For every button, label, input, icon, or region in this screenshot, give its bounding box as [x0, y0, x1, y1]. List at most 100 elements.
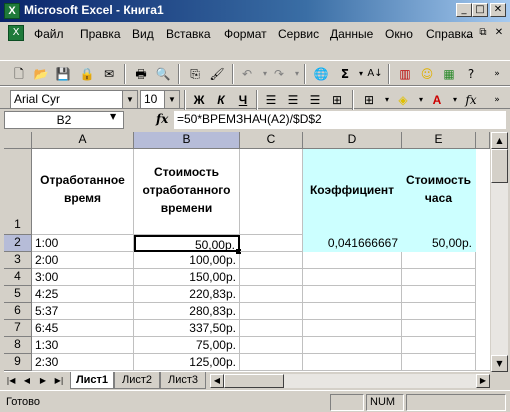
- cell-a9[interactable]: 2:30: [32, 354, 134, 371]
- drawing-icon[interactable]: ▦: [440, 65, 458, 83]
- cell-c2[interactable]: [240, 235, 303, 252]
- row-header-8[interactable]: 8: [4, 337, 32, 354]
- cell-b1[interactable]: Стоимость отработанного времени: [134, 149, 240, 235]
- cell-d2[interactable]: 0,041666667: [303, 235, 402, 252]
- column-header-b[interactable]: B: [134, 132, 240, 149]
- minimize-button[interactable]: _: [456, 3, 472, 17]
- align-center-icon[interactable]: ☰: [284, 91, 302, 109]
- row-header-7[interactable]: 7: [4, 320, 32, 337]
- font-name-combo[interactable]: Arial Cyr ▼: [10, 90, 138, 109]
- cell-b8[interactable]: 75,00р.: [134, 337, 240, 354]
- menu-edit[interactable]: Правка: [80, 27, 121, 41]
- scroll-down-icon[interactable]: ▼: [491, 355, 508, 372]
- office-assistant-icon[interactable]: ☺: [418, 65, 436, 83]
- menu-tools[interactable]: Сервис: [278, 27, 319, 41]
- row-header-2[interactable]: 2: [4, 235, 32, 252]
- cell-b2-active[interactable]: 50,00р.: [134, 235, 240, 252]
- copy-icon[interactable]: ⎘: [186, 65, 204, 83]
- row-header-5[interactable]: 5: [4, 286, 32, 303]
- cell-c1[interactable]: [240, 149, 303, 235]
- permission-icon[interactable]: 🔒: [78, 65, 96, 83]
- column-header-c[interactable]: C: [240, 132, 303, 149]
- row-header-1[interactable]: 1: [4, 149, 32, 235]
- column-header-a[interactable]: A: [32, 132, 134, 149]
- menu-file[interactable]: Файл: [34, 27, 64, 41]
- name-box[interactable]: B2: [4, 111, 124, 129]
- doc-restore-button[interactable]: ⧉: [476, 26, 490, 39]
- redo-icon[interactable]: ↷: [270, 65, 288, 83]
- formatting-options-icon[interactable]: »: [488, 91, 506, 109]
- column-header-e[interactable]: E: [402, 132, 476, 149]
- font-size-combo[interactable]: 10 ▼: [140, 90, 180, 109]
- print-icon[interactable]: 🖶: [132, 65, 150, 83]
- cell-e2[interactable]: 50,00р.: [402, 235, 476, 252]
- cell-b6[interactable]: 280,83р.: [134, 303, 240, 320]
- doc-minimize-button[interactable]: _: [462, 26, 476, 39]
- menu-data[interactable]: Данные: [330, 27, 373, 41]
- hscroll-thumb[interactable]: [224, 374, 284, 388]
- italic-button[interactable]: К: [212, 91, 230, 109]
- scroll-thumb[interactable]: [491, 149, 508, 183]
- cells-d3-d9[interactable]: [303, 252, 402, 371]
- align-right-icon[interactable]: ☰: [306, 91, 324, 109]
- select-all-corner[interactable]: [4, 132, 32, 149]
- align-left-icon[interactable]: ☰: [262, 91, 280, 109]
- scroll-up-icon[interactable]: ▲: [491, 132, 508, 149]
- cell-c4[interactable]: [240, 269, 303, 286]
- cell-a5[interactable]: 4:25: [32, 286, 134, 303]
- help-icon[interactable]: ?: [462, 65, 480, 83]
- font-size-dropdown-icon[interactable]: ▼: [164, 91, 179, 108]
- format-painter-icon[interactable]: 🖌: [208, 65, 226, 83]
- vertical-scrollbar[interactable]: ▲ ▼: [491, 132, 508, 372]
- horizontal-scrollbar[interactable]: ◀ ▶: [210, 374, 490, 388]
- cell-a2[interactable]: 1:00: [32, 235, 134, 252]
- menu-view[interactable]: Вид: [132, 27, 154, 41]
- first-sheet-icon[interactable]: |◀: [4, 374, 18, 388]
- cell-b9[interactable]: 125,00р.: [134, 354, 240, 371]
- cell-a1[interactable]: Отработанное время: [32, 149, 134, 235]
- borders-icon[interactable]: ⊞: [360, 91, 378, 109]
- email-icon[interactable]: ✉: [100, 65, 118, 83]
- cell-a3[interactable]: 2:00: [32, 252, 134, 269]
- toolbar-options-icon[interactable]: »: [488, 65, 506, 83]
- new-icon[interactable]: 🗋: [10, 65, 28, 83]
- cells-f[interactable]: [476, 149, 490, 371]
- doc-close-button[interactable]: ✕: [492, 26, 506, 39]
- cell-c9[interactable]: [240, 354, 303, 371]
- cell-b5[interactable]: 220,83р.: [134, 286, 240, 303]
- print-preview-icon[interactable]: 🔍: [154, 65, 172, 83]
- hyperlink-icon[interactable]: 🌐: [312, 65, 330, 83]
- next-sheet-icon[interactable]: ▶: [36, 374, 50, 388]
- sort-ascending-icon[interactable]: A↓: [366, 65, 384, 83]
- row-header-3[interactable]: 3: [4, 252, 32, 269]
- font-color-icon[interactable]: A: [428, 91, 446, 109]
- cell-d1[interactable]: Коэффициент: [303, 149, 402, 235]
- open-icon[interactable]: 📂: [32, 65, 50, 83]
- cell-c5[interactable]: [240, 286, 303, 303]
- cell-b7[interactable]: 337,50р.: [134, 320, 240, 337]
- cell-c3[interactable]: [240, 252, 303, 269]
- excel-app-icon[interactable]: X: [4, 3, 20, 19]
- bold-button[interactable]: Ж: [190, 91, 208, 109]
- column-header-f[interactable]: [476, 132, 490, 149]
- menu-window[interactable]: Окно: [385, 27, 413, 41]
- column-header-d[interactable]: D: [303, 132, 402, 149]
- maximize-button[interactable]: □: [472, 3, 488, 17]
- cell-a6[interactable]: 5:37: [32, 303, 134, 320]
- worksheet-grid[interactable]: A B C D E 1 2 3 4 5 6 7 8 9 Отработанное…: [4, 132, 490, 372]
- cell-e1[interactable]: Стоимость часа: [402, 149, 476, 235]
- workbook-icon[interactable]: X: [8, 25, 24, 41]
- merge-center-icon[interactable]: ⊞: [328, 91, 346, 109]
- insert-function-fx-icon[interactable]: fx: [156, 112, 168, 126]
- row-header-6[interactable]: 6: [4, 303, 32, 320]
- cell-b3[interactable]: 100,00р.: [134, 252, 240, 269]
- row-header-4[interactable]: 4: [4, 269, 32, 286]
- scroll-right-icon[interactable]: ▶: [476, 374, 490, 388]
- save-icon[interactable]: 💾: [54, 65, 72, 83]
- cell-b4[interactable]: 150,00р.: [134, 269, 240, 286]
- row-header-9[interactable]: 9: [4, 354, 32, 371]
- cell-a8[interactable]: 1:30: [32, 337, 134, 354]
- cell-c8[interactable]: [240, 337, 303, 354]
- menu-format[interactable]: Формат: [224, 27, 267, 41]
- cells-e3-e9[interactable]: [402, 252, 476, 371]
